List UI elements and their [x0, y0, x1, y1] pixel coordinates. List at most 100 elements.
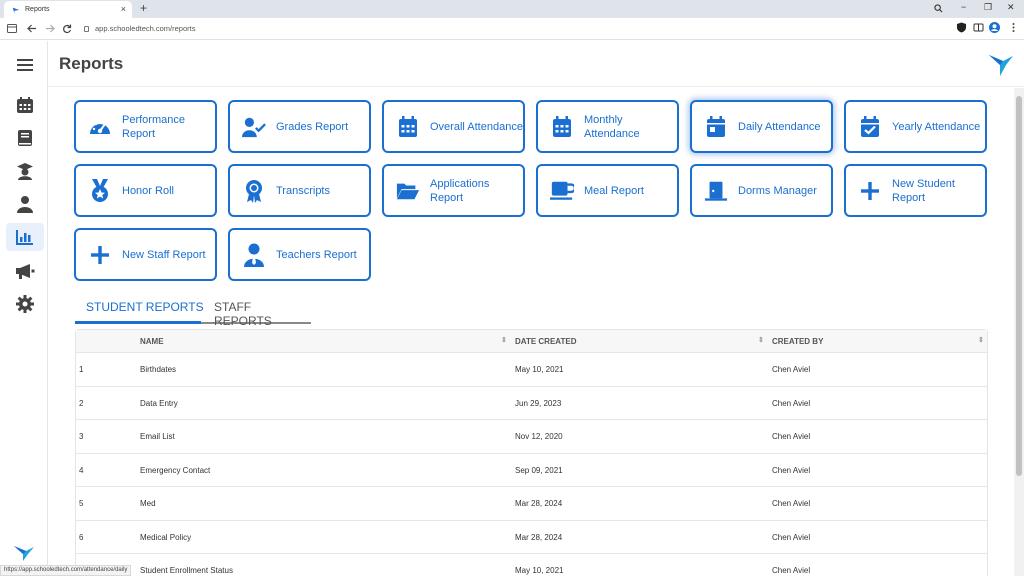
report-name[interactable]: Birthdates — [140, 365, 176, 374]
report-card-label: Dorms Manager — [738, 184, 817, 197]
gauge-icon — [88, 115, 112, 139]
report-card-grades[interactable]: Grades Report — [228, 100, 371, 153]
sidebar-item-announcements[interactable] — [6, 257, 44, 285]
plus-icon — [88, 243, 112, 267]
report-card-meal[interactable]: Meal Report — [536, 164, 679, 217]
report-name[interactable]: Emergency Contact — [140, 466, 210, 475]
date-created: Nov 12, 2020 — [515, 432, 563, 441]
sidebar-item-settings[interactable] — [6, 290, 44, 318]
teacher-icon — [242, 243, 266, 267]
report-card-transcripts[interactable]: Transcripts — [228, 164, 371, 217]
created-by: Chen Aviel — [772, 432, 811, 441]
calendar-day-icon — [704, 115, 728, 139]
tab-close-icon[interactable]: × — [121, 4, 126, 14]
user-icon — [17, 196, 33, 213]
profile-icon[interactable] — [989, 22, 1000, 33]
table-row[interactable]: 1 Birthdates May 10, 2021 Chen Aviel — [76, 352, 987, 386]
report-card-dorms[interactable]: Dorms Manager — [690, 164, 833, 217]
address-bar-row: app.schooledtech.com/reports — [0, 18, 1024, 40]
restore-button[interactable]: ❐ — [984, 2, 992, 13]
table-row[interactable]: 4 Emergency Contact Sep 09, 2021 Chen Av… — [76, 452, 987, 487]
mug-icon — [550, 179, 574, 203]
sidebar-item-calendar[interactable] — [6, 91, 44, 119]
report-name[interactable]: Medical Policy — [140, 533, 191, 542]
close-window-button[interactable]: ✕ — [1007, 2, 1015, 13]
row-number: 3 — [79, 432, 84, 441]
table-row[interactable]: 5 Med Mar 28, 2024 Chen Aviel — [76, 486, 987, 520]
report-card-label: New Staff Report — [122, 248, 206, 261]
megaphone-icon — [16, 264, 35, 279]
url-field[interactable]: app.schooledtech.com/reports — [84, 24, 195, 33]
split-view-icon[interactable] — [973, 22, 984, 33]
chart-icon — [16, 230, 33, 245]
back-arrow-icon[interactable] — [27, 24, 37, 33]
browser-tab[interactable]: Reports × — [4, 1, 132, 18]
report-card-label: Yearly Attendance — [892, 120, 981, 133]
report-name[interactable]: Student Enrollment Status — [140, 566, 233, 575]
scrollbar-thumb[interactable] — [1016, 96, 1022, 476]
sidebar-item-menu[interactable] — [6, 51, 44, 79]
sort-icon[interactable]: ⇕ — [758, 336, 764, 344]
tab-title: Reports — [25, 6, 50, 13]
sort-icon[interactable]: ⇕ — [978, 336, 984, 344]
report-name[interactable]: Med — [140, 499, 156, 508]
column-header-created-by[interactable]: CREATED BY — [772, 337, 823, 346]
table-row[interactable]: 2 Data Entry Jun 29, 2023 Chen Aviel — [76, 385, 987, 420]
sidebar-toggle-icon[interactable] — [7, 24, 17, 33]
report-card-teachers[interactable]: Teachers Report — [228, 228, 371, 281]
sidebar-item-graduation[interactable] — [6, 157, 44, 185]
created-by: Chen Aviel — [772, 532, 811, 542]
report-card-monthly-attendance[interactable]: Monthly Attendance — [536, 100, 679, 153]
reload-icon[interactable] — [62, 24, 72, 34]
row-number: 1 — [79, 365, 84, 374]
column-header-name[interactable]: NAME — [140, 337, 164, 346]
report-card-performance[interactable]: Performance Report — [74, 100, 217, 153]
report-card-label: Grades Report — [276, 120, 349, 133]
main-content: Performance Report Grades Report Overall… — [48, 88, 1014, 576]
page-header: Reports — [48, 41, 1024, 87]
reports-table: NAME ⇕ DATE CREATED ⇕ CREATED BY ⇕ 1 Bir… — [75, 329, 988, 576]
page-scrollbar[interactable] — [1014, 88, 1024, 576]
date-created: Mar 28, 2024 — [515, 499, 563, 508]
sort-icon[interactable]: ⇕ — [501, 336, 507, 344]
table-row[interactable]: 6 Medical Policy Mar 28, 2024 Chen Aviel — [76, 519, 987, 554]
report-card-label: Daily Attendance — [738, 120, 821, 133]
forward-arrow-icon[interactable] — [45, 24, 55, 33]
report-card-yearly-attendance[interactable]: Yearly Attendance — [844, 100, 987, 153]
page-title: Reports — [59, 54, 124, 73]
tab-student-reports[interactable]: STUDENT REPORTS — [86, 300, 204, 314]
tab-staff-reports[interactable]: STAFF REPORTS — [214, 300, 311, 328]
book-icon — [18, 130, 32, 146]
table-header: NAME ⇕ DATE CREATED ⇕ CREATED BY ⇕ — [76, 330, 987, 352]
sidebar-item-book[interactable] — [6, 124, 44, 152]
plus-icon — [858, 179, 882, 203]
report-name[interactable]: Email List — [140, 432, 175, 441]
minimize-button[interactable]: − — [961, 2, 966, 12]
sidebar-item-reports[interactable] — [6, 223, 44, 251]
date-created: Jun 29, 2023 — [515, 398, 562, 408]
report-card-daily-attendance[interactable]: Daily Attendance — [690, 100, 833, 153]
shield-icon[interactable] — [956, 22, 967, 33]
search-icon[interactable] — [934, 4, 943, 13]
row-number: 2 — [79, 398, 84, 408]
new-tab-button[interactable]: + — [140, 1, 147, 15]
sidebar-item-user[interactable] — [6, 190, 44, 218]
report-name[interactable]: Data Entry — [140, 399, 178, 408]
report-card-new-student[interactable]: New Student Report — [844, 164, 987, 217]
report-card-new-staff[interactable]: New Staff Report — [74, 228, 217, 281]
date-created: May 10, 2021 — [515, 566, 564, 575]
calendar-icon — [17, 97, 33, 113]
created-by: Chen Aviel — [772, 499, 811, 508]
report-card-label: Meal Report — [584, 184, 644, 197]
report-card-applications[interactable]: Applications Report — [382, 164, 525, 217]
column-header-date[interactable]: DATE CREATED — [515, 337, 576, 346]
report-card-label: Teachers Report — [276, 248, 357, 261]
table-row[interactable]: Student Enrollment Status May 10, 2021 C… — [76, 553, 987, 576]
bird-logo-icon — [14, 546, 34, 561]
date-created: May 10, 2021 — [515, 365, 564, 374]
report-card-honor-roll[interactable]: Honor Roll — [74, 164, 217, 217]
table-row[interactable]: 3 Email List Nov 12, 2020 Chen Aviel — [76, 419, 987, 453]
report-card-overall-attendance[interactable]: Overall Attendance — [382, 100, 525, 153]
kebab-menu-icon[interactable] — [1008, 22, 1019, 33]
row-number: 4 — [79, 465, 84, 475]
